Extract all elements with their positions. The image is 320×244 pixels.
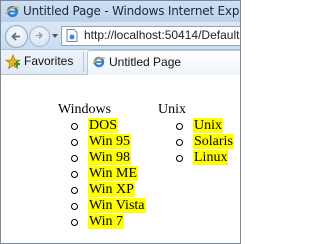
back-button[interactable] xyxy=(5,25,28,48)
window-title: Untitled Page - Windows Internet Explore… xyxy=(23,4,241,18)
star-icon xyxy=(5,54,21,70)
browser-window: Untitled Page - Windows Internet Explore… xyxy=(0,0,241,244)
bullet-icon xyxy=(71,171,78,178)
tab-untitled-page[interactable]: Untitled Page xyxy=(87,50,240,75)
list-item: Win 7 xyxy=(71,214,146,230)
unix-heading: Unix xyxy=(158,102,186,117)
list-item-label: Solaris xyxy=(193,134,234,149)
list-item: Win 95 xyxy=(71,134,146,150)
address-bar[interactable]: http://localhost:50414/Default.a xyxy=(61,26,241,46)
back-arrow-icon xyxy=(11,32,20,41)
favorites-label: Favorites xyxy=(24,54,74,68)
toolbar-separator xyxy=(83,52,84,72)
list-item-label: Unix xyxy=(193,118,223,133)
page-content: Windows DOS Win 95 Win 98 Win ME Win XP … xyxy=(1,75,240,243)
navigation-bar: http://localhost:50414/Default.a xyxy=(1,22,240,50)
title-bar: Untitled Page - Windows Internet Explore… xyxy=(1,1,240,22)
tab-title: Untitled Page xyxy=(109,55,182,69)
list-item: Win ME xyxy=(71,166,146,182)
windows-heading: Windows xyxy=(58,102,112,117)
list-item: Win XP xyxy=(71,182,146,198)
list-item: Win 98 xyxy=(71,150,146,166)
list-item-label: Win 98 xyxy=(88,150,132,165)
windows-group: Windows DOS Win 95 Win 98 Win ME Win XP … xyxy=(58,102,146,230)
list-item-label: Win 7 xyxy=(88,214,125,229)
unix-group: Unix Unix Solaris Linux xyxy=(158,102,234,166)
list-item: Linux xyxy=(176,150,234,166)
page-icon xyxy=(66,29,78,42)
windows-list: DOS Win 95 Win 98 Win ME Win XP Win Vist… xyxy=(71,118,146,230)
bullet-icon xyxy=(176,139,183,146)
list-item: Solaris xyxy=(176,134,234,150)
bullet-icon xyxy=(71,155,78,162)
list-item-label: Win Vista xyxy=(88,198,146,213)
bullet-icon xyxy=(71,187,78,194)
favorites-bar: Favorites Untitled Page xyxy=(1,50,240,75)
forward-arrow-icon xyxy=(35,31,43,40)
list-item-label: DOS xyxy=(88,118,119,133)
list-item: Unix xyxy=(176,118,234,134)
list-item: DOS xyxy=(71,118,146,134)
address-url: http://localhost:50414/Default.a xyxy=(84,28,241,42)
bullet-icon xyxy=(71,123,78,130)
bullet-icon xyxy=(71,219,78,226)
list-item-label: Linux xyxy=(193,150,229,165)
ie-tab-icon xyxy=(92,56,106,68)
recent-pages-dropdown-icon[interactable] xyxy=(52,34,58,38)
unix-list: Unix Solaris Linux xyxy=(176,118,234,166)
list-item-label: Win 95 xyxy=(88,134,132,149)
list-item: Win Vista xyxy=(71,198,146,214)
forward-button[interactable] xyxy=(29,26,50,47)
bullet-icon xyxy=(176,155,183,162)
bullet-icon xyxy=(71,203,78,210)
bullet-icon xyxy=(71,139,78,146)
list-item-label: Win XP xyxy=(88,182,135,197)
bullet-icon xyxy=(176,123,183,130)
list-item-label: Win ME xyxy=(88,166,139,181)
ie-logo-icon xyxy=(5,5,20,18)
